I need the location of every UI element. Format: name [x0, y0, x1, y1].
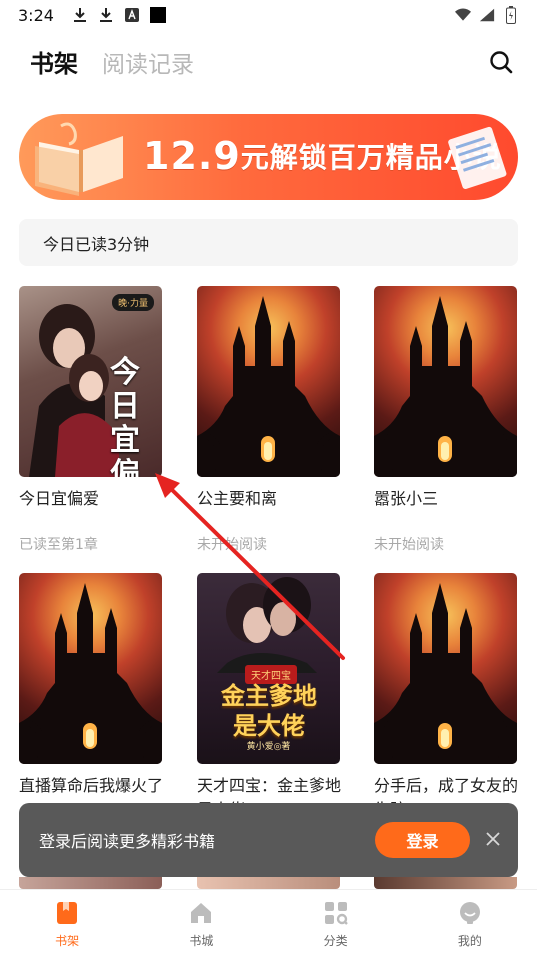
book-title: 公主要和离 [197, 489, 278, 508]
cover-badge: 晚·力量 [112, 294, 154, 311]
book-item[interactable]: 天才四宝 金主爹地是大佬 黄小爱◎著 天才四宝：金主爹地是大佬 [197, 573, 341, 822]
download-icon [72, 7, 88, 23]
book-title: 今日宜偏爱 [19, 489, 100, 508]
open-book-icon [35, 122, 123, 196]
nav-bookstore[interactable]: 书城 [134, 890, 268, 956]
book-item[interactable]: 晚·力量 今日宜偏爱 今日宜偏爱 已读至第1章 [19, 286, 163, 553]
download-icon [98, 7, 114, 23]
book-cover[interactable]: 天才四宝 金主爹地是大佬 黄小爱◎著 [197, 573, 340, 764]
book-item[interactable]: 嚣张小三 未开始阅读 [374, 286, 518, 553]
nav-profile[interactable]: 我的 [403, 890, 537, 956]
status-time: 3:24 [18, 5, 54, 25]
cover-title: 金主爹地是大佬 [221, 681, 317, 740]
banner-price: 12.9 [143, 134, 241, 178]
nav-bookshelf[interactable]: 书架 [0, 890, 134, 956]
today-reading-time[interactable]: 今日已读3分钟 [19, 219, 518, 266]
nav-label: 书架 [55, 934, 80, 948]
book-item[interactable]: 直播算命后我爆火了 [19, 573, 163, 822]
profile-icon [457, 900, 483, 926]
book-cover[interactable] [374, 573, 517, 764]
status-bar: 3:24 [0, 0, 537, 30]
nav-category[interactable]: 分类 [269, 890, 403, 956]
book-cover[interactable] [19, 573, 162, 764]
nav-label: 书城 [189, 934, 214, 948]
battery-icon [503, 6, 519, 24]
coupon-paper-icon [448, 126, 507, 190]
bottom-nav: 书架 书城 分类 我的 [0, 889, 537, 956]
tab-reading-history[interactable]: 阅读记录 [102, 45, 194, 79]
bookshelf-icon [54, 900, 80, 926]
home-icon [188, 900, 214, 926]
login-prompt-toast: 登录后阅读更多精彩书籍 登录 [19, 803, 518, 877]
close-icon[interactable] [484, 830, 502, 848]
book-progress: 已读至第1章 [19, 537, 98, 553]
login-button[interactable]: 登录 [375, 822, 470, 858]
book-cover[interactable]: 晚·力量 今日宜偏爱 [19, 286, 162, 477]
book-cover-partial [374, 877, 517, 889]
square-notification-icon [149, 7, 166, 23]
tab-bookshelf[interactable]: 书架 [30, 44, 78, 79]
shelf-tabs: 书架 阅读记录 [30, 44, 194, 79]
promo-banner[interactable]: 12.9元解锁百万精品小说 [19, 114, 518, 200]
nav-label: 我的 [457, 934, 482, 948]
search-button[interactable] [487, 48, 515, 76]
book-item[interactable]: 分手后，成了女友的失踪 [374, 573, 518, 822]
wifi-icon [455, 7, 471, 23]
book-cover-partial [197, 877, 340, 889]
book-title: 嚣张小三 [374, 489, 439, 508]
login-prompt-text: 登录后阅读更多精彩书籍 [39, 832, 216, 851]
book-cover[interactable] [197, 286, 340, 477]
book-progress: 未开始阅读 [197, 537, 267, 553]
nav-label: 分类 [323, 934, 348, 948]
cover-author: 黄小爱◎著 [246, 742, 291, 752]
app-notification-icon [124, 7, 140, 23]
signal-icon [479, 7, 495, 23]
book-cover-partial [19, 877, 162, 889]
book-progress: 未开始阅读 [374, 537, 444, 553]
book-cover[interactable] [374, 286, 517, 477]
search-icon [490, 51, 513, 74]
category-grid-icon [323, 900, 349, 926]
cover-title: 今日宜偏爱 [110, 355, 140, 478]
book-item[interactable]: 公主要和离 未开始阅读 [197, 286, 341, 553]
